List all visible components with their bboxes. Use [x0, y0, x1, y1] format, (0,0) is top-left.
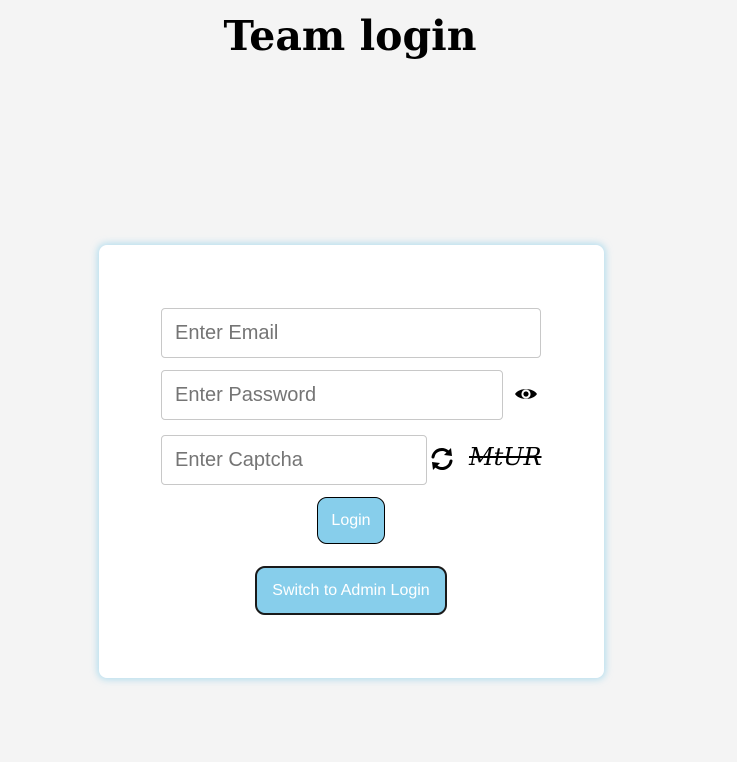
password-field[interactable] — [161, 370, 503, 420]
captcha-code: MtUR — [469, 443, 542, 471]
login-card: MtUR Login Switch to Admin Login — [99, 245, 604, 678]
email-field[interactable] — [161, 308, 541, 358]
captcha-field[interactable] — [161, 435, 427, 485]
eye-icon[interactable] — [513, 381, 539, 407]
page-title: Team login — [223, 12, 477, 60]
login-button[interactable]: Login — [317, 497, 385, 544]
switch-to-admin-login-button[interactable]: Switch to Admin Login — [255, 566, 447, 615]
refresh-icon[interactable] — [428, 445, 456, 473]
